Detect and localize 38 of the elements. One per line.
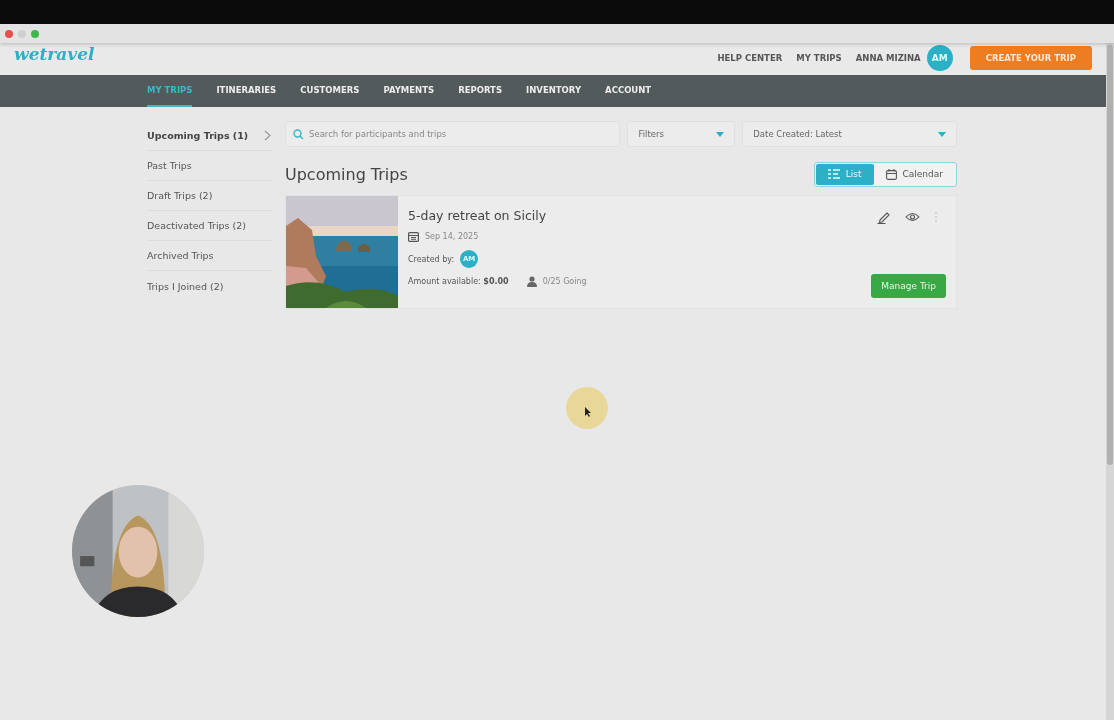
search-field[interactable]: Search for participants and trips xyxy=(285,121,621,147)
header-link[interactable]: MY TRIPS xyxy=(796,53,842,63)
person-icon xyxy=(526,276,537,287)
calendar-icon xyxy=(408,231,419,242)
sidebar-item[interactable]: Trips I Joined (2) xyxy=(147,271,271,301)
calendar-icon xyxy=(885,168,897,180)
nav-tab[interactable]: ITINERARIES xyxy=(216,75,277,107)
edit-icon[interactable] xyxy=(877,210,891,224)
filters-dropdown[interactable]: Filters xyxy=(627,121,736,147)
view-tab[interactable]: Calendar xyxy=(873,163,955,185)
list-icon xyxy=(827,169,840,179)
nav-tab[interactable]: INVENTORY xyxy=(526,75,582,107)
user-name[interactable]: ANNA MIZINA xyxy=(855,53,921,63)
maximize-window-button[interactable] xyxy=(31,29,39,38)
nav-tab[interactable]: ACCOUNT xyxy=(605,75,652,107)
sidebar-item[interactable]: Draft Trips (2) xyxy=(147,181,271,211)
going-count: 0/25 Going xyxy=(542,277,587,286)
nav-tab[interactable]: REPORTS xyxy=(458,75,503,107)
nav-tab[interactable]: CUSTOMERS xyxy=(300,75,360,107)
header-link[interactable]: HELP CENTER xyxy=(717,53,783,63)
dropdown-caret-icon xyxy=(716,131,725,137)
sidebar-item[interactable]: Past Trips xyxy=(147,151,271,181)
sidebar-item[interactable]: Archived Trips xyxy=(147,241,271,271)
trip-date: Sep 14, 2025 xyxy=(425,232,479,241)
sidebar-item[interactable]: Upcoming Trips (1) xyxy=(147,121,271,151)
page-title: Upcoming Trips xyxy=(285,164,408,184)
trip-title[interactable]: 5-day retreat on Sicily xyxy=(408,208,862,223)
amount-available: Amount available: $0.00 xyxy=(408,277,509,286)
sort-dropdown[interactable]: Date Created: Latest xyxy=(742,121,957,147)
chevron-right-icon xyxy=(264,130,271,141)
dropdown-caret-icon xyxy=(938,131,946,137)
search-icon xyxy=(293,128,304,140)
sidebar-item[interactable]: Deactivated Trips (2) xyxy=(147,211,271,241)
close-window-button[interactable] xyxy=(5,29,13,38)
created-by-label: Created by: xyxy=(408,254,455,264)
eye-icon[interactable] xyxy=(905,212,920,222)
nav-tab[interactable]: PAYMENTS xyxy=(383,75,435,107)
cursor-highlight xyxy=(566,387,608,429)
